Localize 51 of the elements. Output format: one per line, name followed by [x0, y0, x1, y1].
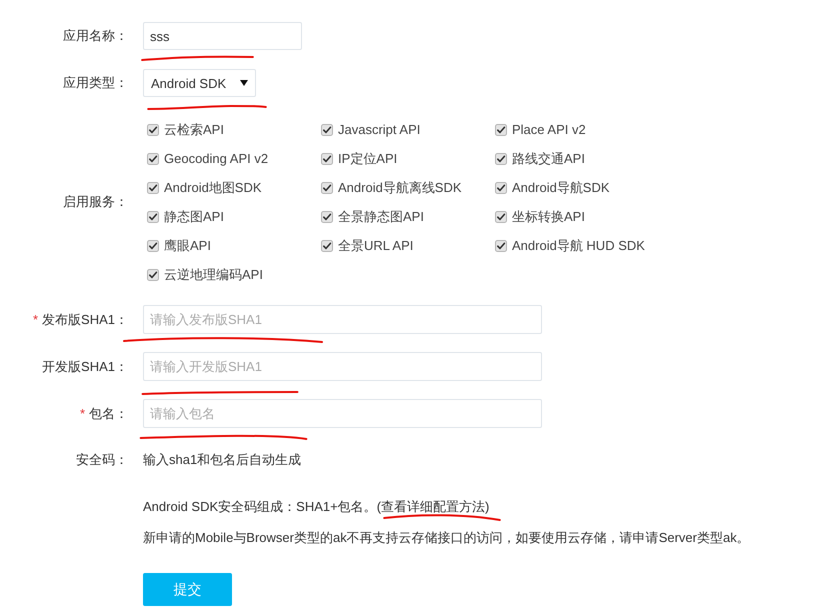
- checkbox[interactable]: [321, 182, 333, 194]
- checkbox[interactable]: [147, 210, 159, 222]
- checkbox-label[interactable]: 坐标转换API: [512, 208, 585, 226]
- checkbox-label[interactable]: 全景静态图API: [338, 208, 424, 226]
- text-input-field[interactable]: 请输入开发版SHA1: [143, 352, 542, 381]
- checkbox-label[interactable]: 全景URL API: [338, 236, 414, 254]
- checkbox[interactable]: [495, 210, 507, 222]
- checkbox[interactable]: [147, 240, 159, 252]
- note-text: Android SDK安全码组成：SHA1+包名。(查看详细配置方法): [143, 497, 490, 517]
- checkbox[interactable]: [495, 152, 507, 164]
- checkbox[interactable]: [147, 124, 159, 136]
- checkbox-label[interactable]: 云逆地理编码API: [164, 266, 263, 284]
- checkbox-label[interactable]: 云检索API: [164, 120, 224, 138]
- checkbox-label[interactable]: 鹰眼API: [164, 236, 211, 254]
- text-input-field[interactable]: 请输入包名: [143, 399, 542, 428]
- field-label: 启用服务：: [63, 193, 128, 211]
- required-asterisk: *: [32, 312, 38, 327]
- field-label: 应用名称：: [63, 27, 128, 45]
- field-label: 发布版SHA1：: [42, 310, 128, 328]
- checkbox-label[interactable]: 静态图API: [164, 208, 224, 226]
- field-label: 应用类型：: [63, 74, 128, 92]
- checkbox-label[interactable]: Javascript API: [338, 122, 420, 137]
- text-input-field[interactable]: 请输入发布版SHA1: [143, 305, 542, 334]
- app-type-select[interactable]: Android SDK: [143, 69, 256, 97]
- checkbox-label[interactable]: 路线交通API: [512, 150, 585, 168]
- text-input-field[interactable]: sss: [143, 22, 302, 50]
- checkbox-label[interactable]: Android导航SDK: [512, 178, 610, 196]
- checkbox[interactable]: [147, 152, 159, 164]
- required-asterisk: *: [80, 406, 85, 421]
- security-code-text: 输入sha1和包名后自动生成: [143, 451, 302, 469]
- checkbox[interactable]: [321, 152, 333, 164]
- checkbox[interactable]: [495, 240, 507, 252]
- checkbox[interactable]: [495, 124, 507, 136]
- checkbox-label[interactable]: Android导航 HUD SDK: [512, 236, 645, 254]
- field-label: 开发版SHA1：: [42, 358, 128, 376]
- config-guide-link[interactable]: (查看详细配置方法): [376, 499, 490, 514]
- checkbox-label[interactable]: IP定位API: [338, 150, 398, 168]
- checkbox[interactable]: [321, 210, 333, 222]
- note-text: 新申请的Mobile与Browser类型的ak不再支持云存储接口的访问，如要使用云存储，请申请Server类型ak。: [143, 529, 750, 547]
- checkbox[interactable]: [321, 240, 333, 252]
- field-label: 包名：: [89, 404, 128, 422]
- checkbox[interactable]: [147, 268, 159, 280]
- checkbox-label[interactable]: Android地图SDK: [164, 178, 262, 196]
- field-label: 安全码：: [76, 451, 128, 469]
- checkbox[interactable]: [495, 182, 507, 194]
- checkbox-label[interactable]: Place API v2: [512, 122, 586, 137]
- checkbox-label[interactable]: Android导航离线SDK: [338, 178, 462, 196]
- checkbox[interactable]: [321, 124, 333, 136]
- checkbox[interactable]: [147, 182, 159, 194]
- checkbox-label[interactable]: Geocoding API v2: [164, 151, 268, 166]
- caret-icon: [240, 80, 248, 86]
